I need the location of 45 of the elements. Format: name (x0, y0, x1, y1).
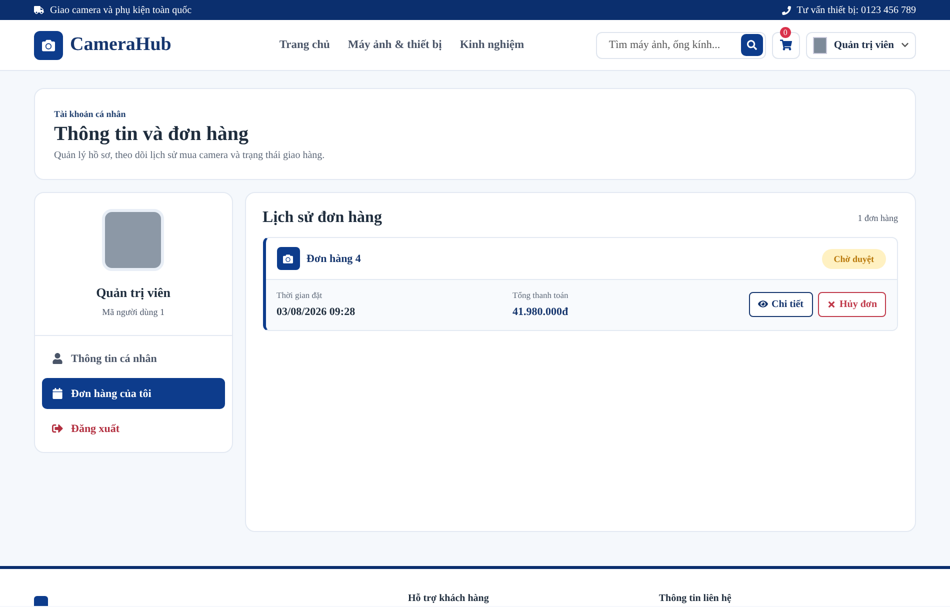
profile-name: Quản trị viên (96, 285, 170, 301)
order-time: 03/08/2026 09:28 (276, 306, 356, 318)
user-id-text: Mã người dùng 1 (102, 307, 164, 317)
logo-icon (34, 30, 63, 60)
order-name: Đơn hàng 4 (306, 252, 361, 264)
nav-link[interactable]: Trang chủ (279, 39, 330, 51)
user-icon (52, 353, 63, 364)
field-label: Thời gian đặt (276, 290, 324, 300)
page-subtitle: Quản lý hồ sơ, theo dõi lịch sử mua camera và trạng thái giao hàng. (54, 150, 326, 161)
sidebar-menu-item[interactable]: Đơn hàng của tôi (42, 378, 225, 409)
chevron-down-icon (901, 41, 909, 49)
status-badge: Chờ duyệt (822, 248, 886, 268)
cancel-order-button[interactable]: Hủy đơn (818, 292, 886, 316)
order-total: 41.980.000đ (512, 306, 570, 318)
footer-heading: Thông tin liên hệ (658, 593, 732, 604)
search-button[interactable] (740, 34, 763, 56)
eyebrow-text: Tài khoản cá nhân (54, 109, 127, 119)
shipping-note: Giao camera và phụ kiện toàn quốc (50, 4, 192, 16)
truck-icon (34, 5, 44, 15)
order-count: 1 đơn hàng (858, 213, 898, 223)
calendar-icon (52, 388, 63, 399)
cart-count-badge: 0 (780, 26, 791, 38)
search-icon (746, 40, 757, 50)
photo-placeholder (102, 209, 164, 271)
nav-link[interactable]: Máy ảnh & thiết bị (348, 39, 442, 51)
field-label: Tổng thanh toán (512, 290, 570, 300)
sidebar-menu-item[interactable]: Đăng xuất (42, 413, 225, 444)
footer-heading: Hỗ trợ khách hàng (408, 593, 489, 604)
avatar-thumbnail (812, 36, 827, 54)
cart-button[interactable] (772, 32, 800, 58)
logout-icon (52, 423, 63, 434)
hotline-text: Tư vấn thiết bị: 0123 456 789 (796, 4, 916, 16)
eye-icon (758, 299, 768, 309)
phone-icon (782, 6, 791, 14)
user-menu-button[interactable]: Quản trị viên (806, 32, 916, 58)
cart-icon (780, 39, 792, 51)
page-title: Thông tin và đơn hàng (54, 123, 250, 146)
camera-icon (276, 247, 300, 270)
nav-link[interactable]: Kinh nghiệm (460, 39, 524, 51)
brand-name: CameraHub (70, 34, 172, 56)
detail-button[interactable]: Chi tiết (748, 292, 812, 316)
section-title: Lịch sử đơn hàng (262, 209, 382, 227)
search-field[interactable]: Tìm máy ảnh, ống kính... (596, 32, 766, 58)
close-icon (826, 300, 836, 308)
sidebar-menu-item[interactable]: Thông tin cá nhân (42, 343, 225, 374)
